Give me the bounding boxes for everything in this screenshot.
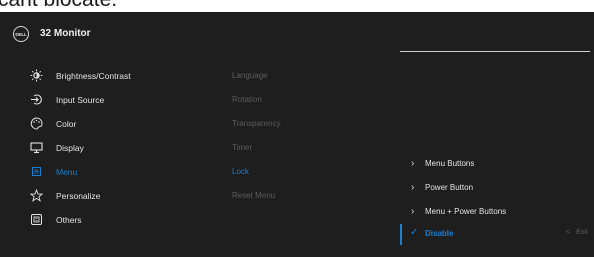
option-label: Timer xyxy=(232,143,253,152)
menu-item-label: Brightness/Contrast xyxy=(56,71,131,81)
brightness-icon xyxy=(30,69,43,82)
input-source-icon xyxy=(30,93,43,106)
lock-option-power-button[interactable]: › Power Button xyxy=(400,176,590,200)
chevron-right-icon: › xyxy=(411,182,415,193)
menu-item-personalize[interactable]: Personalize xyxy=(0,184,220,208)
header-divider xyxy=(400,51,590,52)
menu-item-color[interactable]: Color xyxy=(0,112,220,136)
chevron-right-icon: › xyxy=(411,158,415,169)
option-label: Lock xyxy=(232,167,249,176)
lock-option-label: Menu + Power Buttons xyxy=(425,207,507,216)
menu-icon xyxy=(30,165,43,178)
lock-option-label: Disable xyxy=(425,229,454,238)
menu-item-others[interactable]: Others xyxy=(0,208,220,232)
menu-item-label: Menu xyxy=(56,167,78,177)
menu-item-label: Personalize xyxy=(56,191,101,201)
menu-item-label: Color xyxy=(56,119,77,129)
selection-indicator xyxy=(400,224,402,245)
check-icon: ✓ xyxy=(410,227,419,238)
lock-option-label: Menu Buttons xyxy=(425,159,475,168)
option-label: Language xyxy=(232,71,268,80)
lock-option-menu-power-buttons[interactable]: › Menu + Power Buttons xyxy=(400,200,590,224)
chevron-left-icon: < xyxy=(566,229,571,236)
menu-item-label: Input Source xyxy=(56,95,105,105)
menu-item-display[interactable]: Display xyxy=(0,136,220,160)
exit-button[interactable]: < Exit xyxy=(566,229,588,236)
option-label: Reset Menu xyxy=(232,191,276,200)
partial-heading-text: cant blocate. xyxy=(0,0,117,12)
menu-item-menu[interactable]: Menu xyxy=(0,160,220,184)
menu-item-label: Others xyxy=(56,215,82,225)
menu-item-brightness-contrast[interactable]: Brightness/Contrast xyxy=(0,64,220,88)
lock-option-label: Power Button xyxy=(425,183,474,192)
lock-option-menu-buttons[interactable]: › Menu Buttons xyxy=(400,152,590,176)
monitor-title: 32 Monitor xyxy=(40,28,91,39)
color-palette-icon xyxy=(30,117,43,130)
star-icon xyxy=(29,188,44,202)
menu-item-input-source[interactable]: Input Source xyxy=(0,88,220,112)
others-icon xyxy=(30,213,43,226)
chevron-right-icon: › xyxy=(411,206,415,217)
dell-logo: DELL xyxy=(13,26,29,42)
display-icon xyxy=(30,141,43,154)
menu-item-label: Display xyxy=(56,143,84,153)
osd-header: DELL 32 Monitor xyxy=(0,12,594,56)
option-label: Rotation xyxy=(232,95,262,104)
option-label: Transparency xyxy=(232,119,281,128)
lock-option-disable[interactable]: ✓ Disable xyxy=(400,224,594,245)
exit-label: Exit xyxy=(576,229,588,236)
